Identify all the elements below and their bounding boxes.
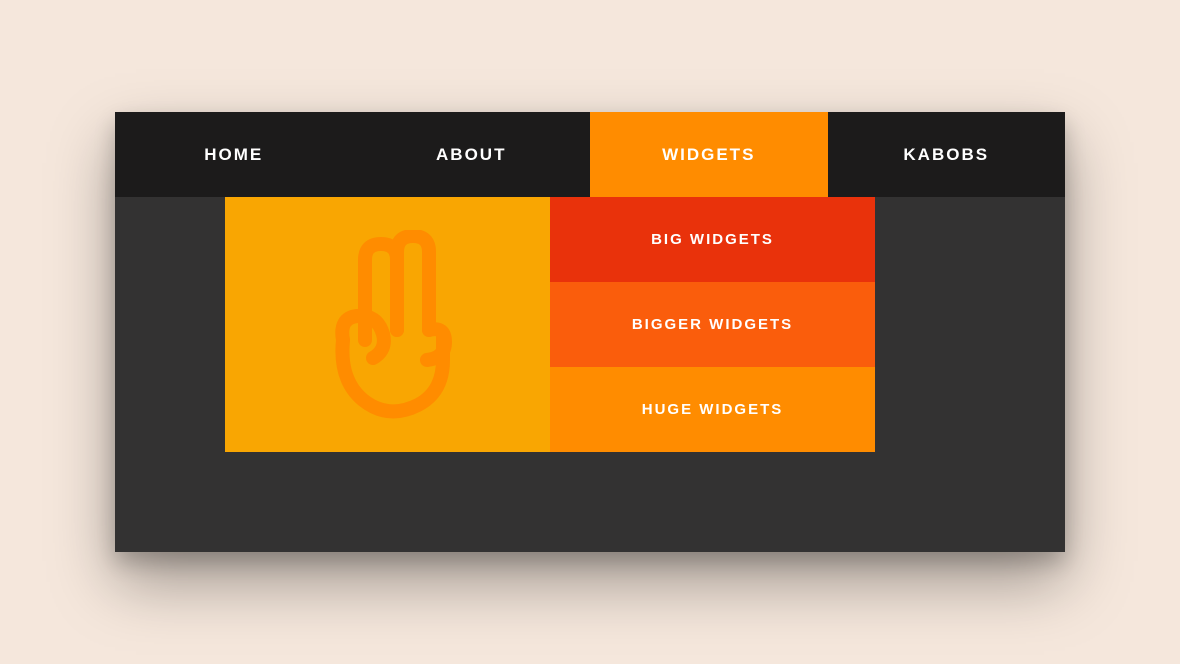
nav-label: KABOBS <box>903 145 989 165</box>
app-window: HOME ABOUT WIDGETS KABOBS <box>115 112 1065 552</box>
submenu-label: BIGGER WIDGETS <box>632 316 793 333</box>
submenu-bigger-widgets[interactable]: BIGGER WIDGETS <box>550 282 875 367</box>
submenu-label: BIG WIDGETS <box>651 231 774 248</box>
mega-submenu: BIG WIDGETS BIGGER WIDGETS HUGE WIDGETS <box>550 197 875 452</box>
mega-image-panel <box>225 197 550 452</box>
nav-kabobs[interactable]: KABOBS <box>828 112 1066 197</box>
nav-widgets[interactable]: WIDGETS <box>590 112 828 197</box>
nav-label: WIDGETS <box>662 145 755 165</box>
nav-label: HOME <box>204 145 263 165</box>
nav-label: ABOUT <box>436 145 506 165</box>
mega-menu: BIG WIDGETS BIGGER WIDGETS HUGE WIDGETS <box>225 197 875 452</box>
submenu-huge-widgets[interactable]: HUGE WIDGETS <box>550 367 875 452</box>
peace-hand-icon <box>303 230 473 420</box>
navbar: HOME ABOUT WIDGETS KABOBS <box>115 112 1065 197</box>
nav-about[interactable]: ABOUT <box>353 112 591 197</box>
submenu-label: HUGE WIDGETS <box>642 401 784 418</box>
nav-home[interactable]: HOME <box>115 112 353 197</box>
submenu-big-widgets[interactable]: BIG WIDGETS <box>550 197 875 282</box>
